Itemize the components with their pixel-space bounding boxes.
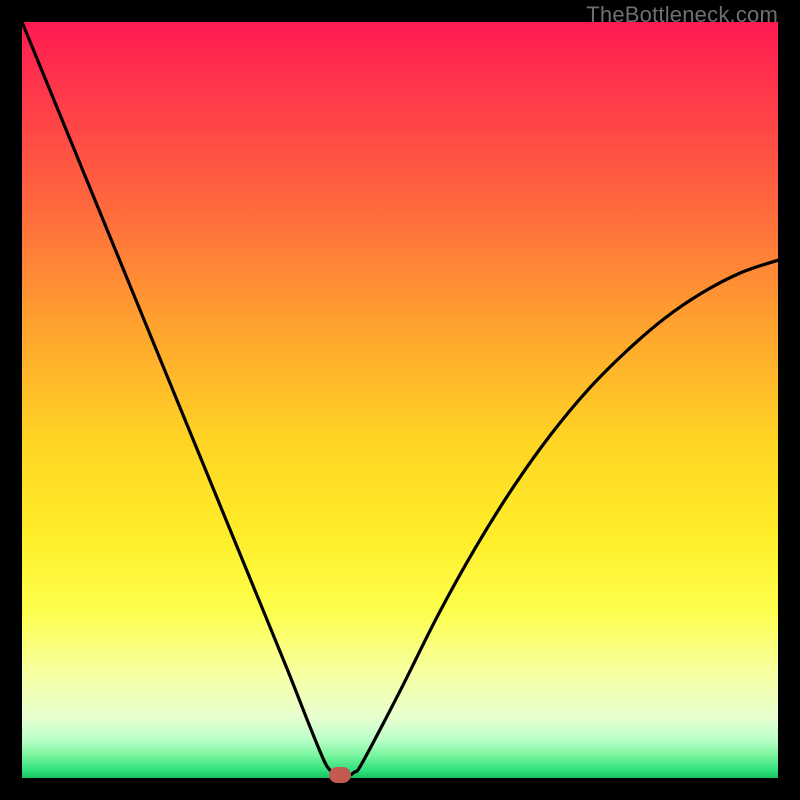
chart-plot-area xyxy=(22,22,778,778)
optimal-point-marker xyxy=(329,767,351,783)
bottleneck-curve xyxy=(22,22,778,778)
